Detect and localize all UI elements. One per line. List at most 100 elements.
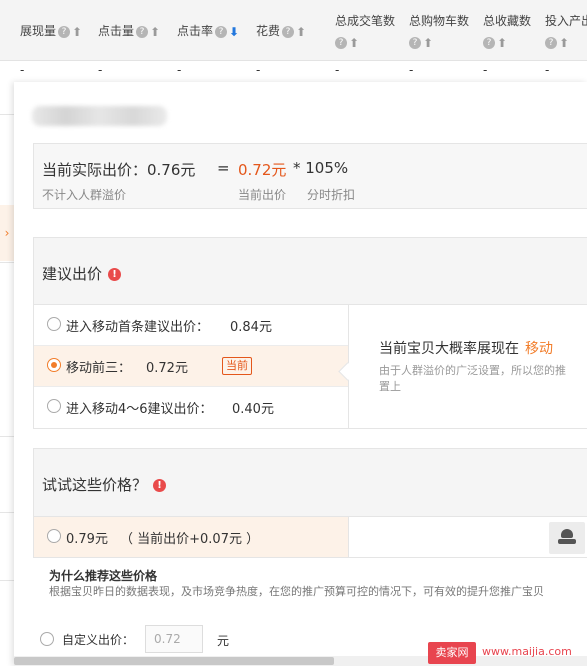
cell-value: -	[335, 63, 340, 77]
blurred-product-name	[32, 106, 167, 126]
cell-value: -	[483, 63, 488, 77]
try-price-side	[348, 516, 587, 558]
section-title-text: 建议出价	[42, 265, 103, 283]
sort-up-icon[interactable]: ⬆	[497, 36, 507, 50]
note-time-discount: 分时折扣	[307, 188, 356, 202]
chevron-right-icon[interactable]: ›	[0, 205, 14, 261]
position-hint-desc: 由于人群溢价的广泛设置，所以您的推 置上	[379, 363, 566, 395]
background-table-column	[0, 82, 15, 666]
column-header-total-deals[interactable]: 总成交笔数 ? ⬆	[335, 12, 395, 50]
actual-bid-text: 当前实际出价：0.76元	[42, 161, 196, 179]
help-icon[interactable]: ?	[136, 25, 149, 38]
position-hint-text: 当前宝贝大概率展现在	[379, 341, 519, 357]
column-header-impressions[interactable]: 展现量? ⬆	[20, 22, 82, 39]
sort-up-icon[interactable]: ⬆	[72, 25, 82, 39]
help-icon[interactable]: ?	[545, 36, 557, 49]
option-label: 进入移动4～6建议出价：	[66, 402, 213, 417]
cell-value: -	[98, 63, 103, 77]
column-header-clicks[interactable]: 点击量? ⬆	[98, 22, 160, 39]
watermark-logo: 卖家网	[428, 642, 476, 664]
try-price-option[interactable]: 0.79元 （ 当前出价+0.07元 ）	[33, 516, 349, 558]
bid-popup-panel: 当前实际出价：0.76元 = 0.72元 * 105% 不计入人群溢价 当前出价…	[14, 82, 587, 666]
current-bid-value: 0.72元	[238, 161, 287, 179]
cell-value: -	[409, 63, 414, 77]
sort-up-icon[interactable]: ⬆	[559, 36, 569, 50]
sort-down-icon[interactable]: ⬇	[229, 25, 239, 39]
row-divider	[0, 114, 14, 115]
current-badge: 当前	[222, 357, 252, 375]
section-title-text: 试试这些价格？	[42, 476, 148, 494]
row-divider	[0, 512, 14, 513]
custom-bid-label: 自定义出价：	[62, 633, 135, 647]
row-divider	[0, 436, 14, 437]
option-label: 移动前三：	[66, 361, 132, 376]
sort-up-icon[interactable]: ⬆	[296, 25, 306, 39]
hint-desc-line: 由于人群溢价的广泛设置，所以您的推	[379, 364, 566, 377]
column-header-total-cart[interactable]: 总购物车数 ? ⬆	[409, 12, 469, 50]
try-price-note: （ 当前出价+0.07元 ）	[120, 532, 260, 547]
cell-value: -	[20, 63, 25, 77]
custom-bid-unit: 元	[217, 634, 230, 648]
info-icon[interactable]: !	[108, 268, 122, 281]
try-prices-section-header: 试试这些价格？!	[33, 448, 587, 518]
why-recommend-title: 为什么推荐这些价格	[49, 569, 158, 583]
row-divider	[0, 262, 14, 263]
info-icon[interactable]: !	[153, 479, 167, 492]
row-divider	[0, 580, 14, 581]
position-hint-box: 当前宝贝大概率展现在 移动 由于人群溢价的广泛设置，所以您的推 置上	[348, 304, 587, 429]
cell-value: -	[256, 63, 261, 77]
sort-up-icon[interactable]: ⬆	[349, 36, 359, 50]
option-value: 0.84元	[230, 320, 272, 335]
bid-summary-box: 当前实际出价：0.76元 = 0.72元 * 105% 不计入人群溢价 当前出价…	[33, 143, 587, 209]
note-current-bid: 当前出价	[238, 188, 287, 202]
column-label: 总收藏数	[483, 14, 532, 28]
hint-desc-line: 置上	[379, 380, 401, 393]
option-label: 进入移动首条建议出价：	[66, 320, 210, 335]
watermark-url: www.maijia.com	[482, 645, 572, 658]
suggest-option-top[interactable]: 进入移动首条建议出价： 0.84元	[34, 305, 349, 346]
note-exclude-crowd: 不计入人群溢价	[42, 188, 127, 202]
position-highlight: 移动	[525, 341, 553, 357]
radio-button[interactable]	[47, 529, 61, 543]
position-hint-title: 当前宝贝大概率展现在 移动	[379, 338, 553, 358]
help-icon[interactable]: ?	[58, 25, 71, 38]
try-price-value: 0.79元	[66, 532, 108, 547]
help-icon[interactable]: ?	[335, 36, 347, 49]
radio-button[interactable]	[47, 399, 61, 413]
column-label: 投入产出	[545, 14, 587, 28]
column-header-roi[interactable]: 投入产出 ?⬆	[545, 12, 587, 50]
column-header-cost[interactable]: 花费? ⬆	[256, 22, 306, 39]
section-title: 试试这些价格？!	[42, 474, 167, 495]
scrollbar-thumb[interactable]	[14, 657, 334, 665]
table-header: 展现量? ⬆ 点击量? ⬆ 点击率? ⬇ 花费? ⬆ 总成交笔数 ? ⬆ 总购物车数 ? ⬆…	[0, 0, 587, 61]
suggest-option-top3[interactable]: 移动前三： 0.72元 当前	[34, 346, 349, 387]
suggest-option-4to6[interactable]: 进入移动4～6建议出价： 0.40元	[34, 387, 349, 427]
cell-value: -	[545, 63, 550, 77]
sort-up-icon[interactable]: ⬆	[423, 36, 433, 50]
column-header-total-favorites[interactable]: 总收藏数 ? ⬆	[483, 12, 531, 50]
customer-service-icon[interactable]	[549, 522, 585, 554]
help-icon[interactable]: ?	[215, 25, 228, 38]
column-label: 花费	[256, 24, 281, 38]
suggest-section-header: 建议出价!	[33, 237, 587, 306]
help-icon[interactable]: ?	[409, 36, 421, 49]
cell-value: -	[177, 63, 182, 77]
sort-up-icon[interactable]: ⬆	[150, 25, 160, 39]
suggest-options-list: 进入移动首条建议出价： 0.84元 移动前三： 0.72元 当前 进入移动4～6…	[33, 304, 349, 429]
radio-button[interactable]	[47, 317, 61, 331]
column-header-ctr[interactable]: 点击率? ⬇	[177, 22, 239, 39]
custom-bid-input[interactable]	[145, 625, 203, 653]
column-label: 总成交笔数	[335, 14, 396, 28]
help-icon[interactable]: ?	[483, 36, 495, 49]
table-row: - - - - - - - -	[0, 60, 587, 83]
column-label: 点击率	[177, 24, 214, 38]
radio-button-selected[interactable]	[47, 358, 61, 372]
equals-sign: =	[217, 159, 230, 177]
why-recommend-desc: 根据宝贝昨日的数据表现，及市场竞争热度，在您的推广预算可控的情况下，可有效的提升…	[49, 585, 544, 598]
section-title: 建议出价!	[42, 263, 122, 284]
option-value: 0.40元	[232, 402, 274, 417]
column-label: 总购物车数	[409, 14, 470, 28]
discount-multiplier: * 105%	[293, 159, 349, 177]
help-icon[interactable]: ?	[282, 25, 295, 38]
radio-button[interactable]	[40, 632, 54, 646]
